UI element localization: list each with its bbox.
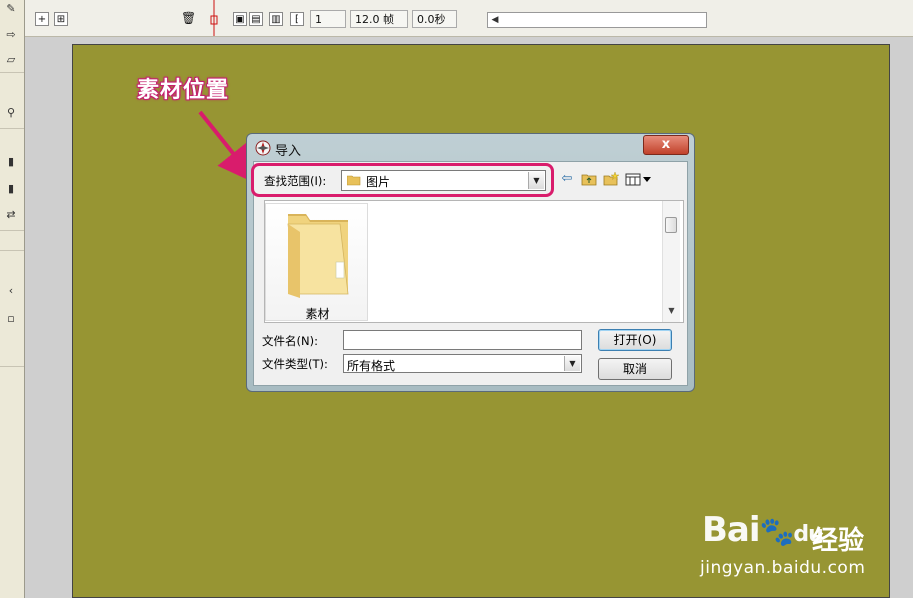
vertical-scrollbar[interactable]: ▼: [662, 201, 680, 322]
back-arrow-icon[interactable]: ⇦: [559, 171, 575, 187]
scrollbar-thumb[interactable]: [665, 217, 677, 233]
view-menu-icon[interactable]: [625, 171, 655, 187]
onion-skin-outlines-icon[interactable]: ▥: [269, 12, 283, 26]
watermark-cn-text: 经验: [812, 526, 865, 556]
chevron-down-icon[interactable]: ▼: [564, 356, 580, 371]
close-button[interactable]: x: [643, 135, 689, 155]
snap-option-icon[interactable]: ▫: [3, 312, 19, 326]
delete-layer-icon[interactable]: 🗑: [181, 12, 196, 26]
current-frame-field: 1: [310, 10, 346, 28]
paint-bucket-tool-icon[interactable]: ⇨: [3, 28, 19, 42]
watermark-logo: Bai🐾du: [702, 510, 824, 550]
navigation-toolbar: ⇦: [559, 171, 659, 189]
filename-label: 文件名(N):: [262, 334, 318, 348]
folder-icon: [287, 214, 349, 298]
center-frame-icon[interactable]: ▣: [233, 12, 247, 26]
add-motion-guide-icon[interactable]: ⊞: [54, 12, 68, 26]
onion-skin-icon[interactable]: ▤: [249, 12, 263, 26]
edit-multiple-frames-icon[interactable]: ⁅: [290, 12, 304, 26]
pencil-tool-icon[interactable]: ✎: [3, 2, 19, 16]
timeline-toolbar: + ⊞ 🗑 ▣ ▤ ▥ ⁅ 1 12.0 帧 0.0秒 ◀: [25, 0, 913, 37]
dialog-title: 导入: [275, 144, 302, 159]
annotation-highlight-box: [251, 163, 554, 197]
app-logo-icon: [255, 140, 271, 156]
filetype-value: 所有格式: [347, 359, 396, 373]
filename-input[interactable]: [343, 330, 582, 350]
collapse-panel-icon[interactable]: ‹: [3, 284, 19, 298]
elapsed-time-field: 0.0秒: [412, 10, 457, 28]
frame-rate-field: 12.0 帧: [350, 10, 408, 28]
watermark: Bai🐾du 经验 jingyan.baidu.com: [700, 500, 900, 590]
file-item-label: 素材: [305, 307, 330, 321]
scroll-left-icon[interactable]: ◀: [488, 13, 502, 27]
open-button[interactable]: 打开(O): [598, 329, 672, 351]
fill-color-icon[interactable]: ▮: [3, 182, 19, 196]
add-layer-icon[interactable]: +: [35, 12, 49, 26]
paw-icon: 🐾: [759, 515, 795, 548]
timeline-scrollbar[interactable]: ◀: [487, 12, 707, 28]
cancel-button[interactable]: 取消: [598, 358, 672, 380]
filetype-dropdown[interactable]: 所有格式 ▼: [343, 354, 582, 373]
filetype-label: 文件类型(T):: [262, 357, 328, 371]
watermark-logo-text: Bai: [702, 510, 761, 550]
swap-colors-icon[interactable]: ⇄: [3, 208, 19, 222]
eraser-tool-icon[interactable]: ▱: [3, 53, 19, 67]
watermark-url: jingyan.baidu.com: [700, 558, 866, 578]
playhead-marker[interactable]: [210, 0, 218, 36]
new-folder-icon[interactable]: [603, 171, 620, 187]
zoom-tool-icon[interactable]: ⚲: [3, 106, 19, 120]
dialog-titlebar[interactable]: 导入 x: [247, 134, 694, 160]
stroke-color-icon[interactable]: ▮: [3, 155, 19, 169]
up-folder-icon[interactable]: [581, 171, 597, 187]
tool-panel: ✎ ⇨ ▱ ⚲ ▮ ▮ ⇄ ‹ ▫: [0, 0, 25, 598]
file-list[interactable]: 素材 ▼: [264, 200, 684, 323]
list-item-folder[interactable]: 素材: [265, 203, 368, 321]
scroll-down-icon[interactable]: ▼: [663, 306, 680, 320]
